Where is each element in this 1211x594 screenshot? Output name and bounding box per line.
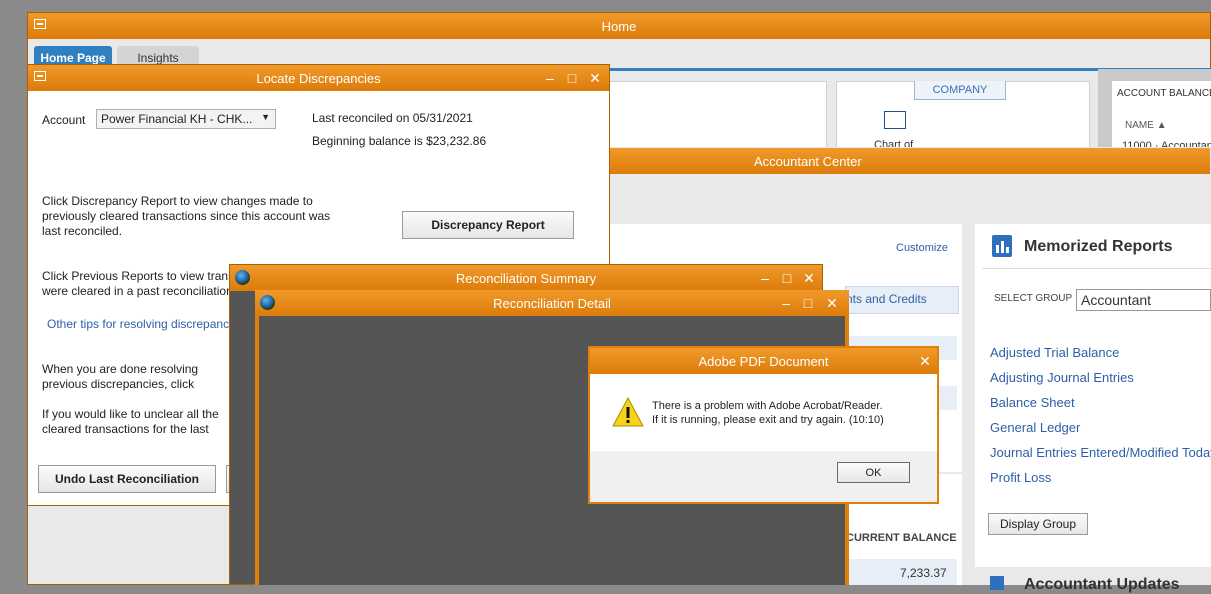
system-menu-icon[interactable]: [34, 19, 46, 29]
accountant-updates-title: Accountant Updates: [1024, 576, 1180, 593]
beginning-balance-text: Beginning balance is $23,232.86: [312, 134, 487, 148]
pdf-error-line2: If it is running, please exit and try ag…: [652, 414, 884, 426]
report-profit-loss[interactable]: Profit Loss: [990, 470, 1051, 485]
select-group-label: SELECT GROUP: [994, 293, 1073, 304]
tab-home-page-label: Home Page: [40, 51, 106, 65]
unclear-text: If you would like to unclear all the cle…: [42, 407, 219, 436]
adobe-pdf-dialog: Adobe PDF Document ✕ There is a problem …: [588, 346, 939, 504]
last-reconciled-text: Last reconciled on 05/31/2021: [312, 111, 473, 125]
select-group-dropdown[interactable]: Accountant: [1076, 289, 1211, 311]
reconciliation-detail-titlebar[interactable]: Reconciliation Detail – □ ✕: [255, 290, 849, 316]
account-label-text: Account: [42, 113, 86, 127]
minimize-icon[interactable]: –: [777, 294, 795, 312]
close-icon[interactable]: ✕: [800, 269, 818, 287]
undo-last-reconciliation-button[interactable]: Undo Last Reconciliation: [38, 465, 216, 493]
maximize-icon[interactable]: □: [563, 69, 581, 87]
chevron-down-icon: ▼: [261, 112, 270, 122]
accountant-updates-icon: [990, 576, 1004, 590]
account-dropdown-value: Power Financial KH - CHK...: [101, 112, 253, 126]
account-dropdown[interactable]: Power Financial KH - CHK... ▼: [96, 109, 276, 129]
adobe-pdf-titlebar[interactable]: Adobe PDF Document ✕: [590, 348, 937, 374]
close-icon[interactable]: ✕: [916, 352, 934, 370]
home-flow-panel: [609, 81, 827, 149]
company-label: COMPANY: [914, 81, 1006, 100]
globe-icon: [260, 295, 275, 310]
report-general-ledger[interactable]: General Ledger: [990, 420, 1080, 435]
current-balance-label: CURRENT BALANCE: [846, 532, 957, 544]
current-balance-value: 7,233.37: [900, 566, 947, 580]
tab-insights-label: Insights: [137, 51, 179, 65]
account-label: Account: [42, 113, 85, 127]
select-group-value: Accountant: [1081, 292, 1152, 308]
minimize-icon[interactable]: –: [541, 69, 559, 87]
account-balances-title: ACCOUNT BALANCES: [1117, 88, 1211, 99]
accountant-center-title: Accountant Center: [754, 153, 862, 169]
ok-button[interactable]: OK: [837, 462, 910, 483]
warning-icon: [612, 396, 644, 428]
name-column-label: NAME: [1125, 120, 1154, 131]
maximize-icon[interactable]: □: [778, 269, 796, 287]
memorized-reports-title: Memorized Reports: [1024, 238, 1173, 255]
discrepancy-text: Click Discrepancy Report to view changes…: [42, 194, 331, 238]
locate-title: Locate Discrepancies: [256, 70, 381, 86]
reconciliation-summary-titlebar[interactable]: Reconciliation Summary – □ ✕: [230, 265, 822, 291]
chart-of-accounts-icon[interactable]: [884, 111, 906, 129]
close-icon[interactable]: ✕: [823, 294, 841, 312]
done-text: When you are done resolving previous dis…: [42, 362, 199, 391]
discrepancy-report-label: Discrepancy Report: [431, 218, 545, 232]
ok-button-label: OK: [865, 466, 882, 479]
display-group-button[interactable]: Display Group: [988, 513, 1088, 535]
reconciliation-summary-title: Reconciliation Summary: [455, 270, 597, 286]
adobe-pdf-title: Adobe PDF Document: [698, 353, 829, 369]
memorized-reports-divider: [982, 268, 1211, 269]
report-journal-entries-today[interactable]: Journal Entries Entered/Modified Today: [990, 445, 1211, 460]
report-adjusted-trial-balance[interactable]: Adjusted Trial Balance: [990, 345, 1119, 360]
tips-link[interactable]: Other tips for resolving discrepancies: [47, 317, 244, 331]
minimize-icon[interactable]: –: [756, 269, 774, 287]
sort-up-icon: ▲: [1156, 120, 1167, 131]
discrepancy-report-button[interactable]: Discrepancy Report: [402, 211, 574, 239]
name-column-header[interactable]: NAME ▲: [1125, 120, 1167, 131]
section-partial-label[interactable]: nts and Credits: [846, 292, 927, 306]
globe-icon: [235, 270, 250, 285]
company-label-text: COMPANY: [932, 84, 988, 96]
system-menu-icon[interactable]: [34, 71, 46, 81]
locate-titlebar[interactable]: Locate Discrepancies – □ ✕: [28, 65, 609, 91]
report-adjusting-journal-entries[interactable]: Adjusting Journal Entries: [990, 370, 1134, 385]
report-balance-sheet[interactable]: Balance Sheet: [990, 395, 1075, 410]
memorized-reports-icon: [992, 235, 1012, 257]
accountant-center-titlebar[interactable]: Accountant Center: [605, 148, 1210, 174]
customize-link[interactable]: Customize: [896, 242, 948, 254]
pdf-error-line1: There is a problem with Adobe Acrobat/Re…: [652, 400, 883, 412]
close-icon[interactable]: ✕: [586, 69, 604, 87]
maximize-icon[interactable]: □: [799, 294, 817, 312]
home-titlebar[interactable]: Home: [28, 13, 1210, 39]
home-title: Home: [601, 18, 637, 34]
display-group-label: Display Group: [999, 517, 1077, 531]
undo-last-reconciliation-label: Undo Last Reconciliation: [54, 472, 199, 486]
reconciliation-detail-title: Reconciliation Detail: [493, 295, 611, 311]
